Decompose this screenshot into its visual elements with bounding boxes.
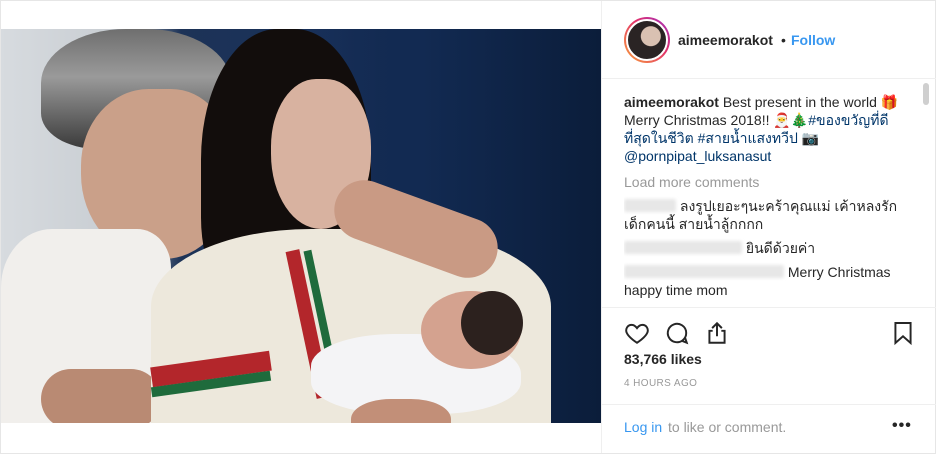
comment-item: Merry Christmas happy time mom: [624, 263, 914, 299]
post-timestamp[interactable]: 4 HOURS AGO: [624, 378, 697, 389]
action-bar: [602, 307, 936, 351]
comment-item: ลงรูปเยอะๆนะคร้าคุณแม่ เค้าหลงรักเด็กคนน…: [624, 197, 914, 233]
heart-icon[interactable]: [624, 320, 650, 346]
hashtag-link[interactable]: #สายน้ำแสงทวีป: [698, 130, 798, 146]
comment-icon[interactable]: [664, 320, 690, 346]
comment-text: ยินดีด้วยค่า: [745, 240, 816, 256]
bookmark-icon[interactable]: [890, 320, 916, 346]
photo-shape: [41, 369, 161, 423]
comment-item: ยินดีด้วยค่า: [624, 239, 914, 257]
post-photo[interactable]: [1, 29, 601, 423]
username-link[interactable]: aimeemorakot: [678, 32, 773, 48]
comments-section: aimeemorakot Best present in the world 🎁…: [624, 93, 914, 305]
post-card: aimeemorakot • Follow aimeemorakot Best …: [0, 0, 936, 454]
santa-tree-emoji: 🎅🎄: [773, 112, 809, 128]
avatar-image: [626, 19, 668, 61]
like-count[interactable]: 83,766 likes: [624, 351, 702, 367]
photo-shape: [461, 291, 523, 355]
camera-emoji: 📷: [801, 130, 820, 146]
login-prompt-text: to like or comment.: [668, 419, 787, 435]
blurred-username: [624, 265, 784, 278]
photo-shape: [351, 399, 451, 423]
share-icon[interactable]: [704, 320, 730, 346]
comments-scrollbar[interactable]: [922, 81, 930, 307]
post-side-panel: aimeemorakot • Follow aimeemorakot Best …: [601, 1, 936, 453]
caption-text: Best present in the world: [718, 94, 881, 110]
gift-emoji: 🎁: [880, 94, 899, 110]
separator-dot: •: [781, 32, 786, 48]
caption-text-2: Merry Christmas 2018!!: [624, 112, 774, 128]
caption-username[interactable]: aimeemorakot: [624, 94, 719, 110]
blurred-username: [624, 199, 676, 212]
follow-button[interactable]: Follow: [791, 32, 835, 48]
mention-link[interactable]: @pornpipat_luksanasut: [624, 148, 771, 164]
post-header: aimeemorakot • Follow: [602, 1, 936, 79]
more-icon[interactable]: •••: [892, 417, 912, 435]
login-link[interactable]: Log in: [624, 419, 662, 435]
caption: aimeemorakot Best present in the world 🎁…: [624, 93, 914, 165]
scrollbar-thumb[interactable]: [923, 83, 929, 105]
load-more-comments-button[interactable]: Load more comments: [624, 173, 914, 191]
avatar[interactable]: [624, 17, 670, 63]
comment-footer: Log in to like or comment. •••: [602, 404, 936, 453]
blurred-username: [624, 241, 742, 254]
